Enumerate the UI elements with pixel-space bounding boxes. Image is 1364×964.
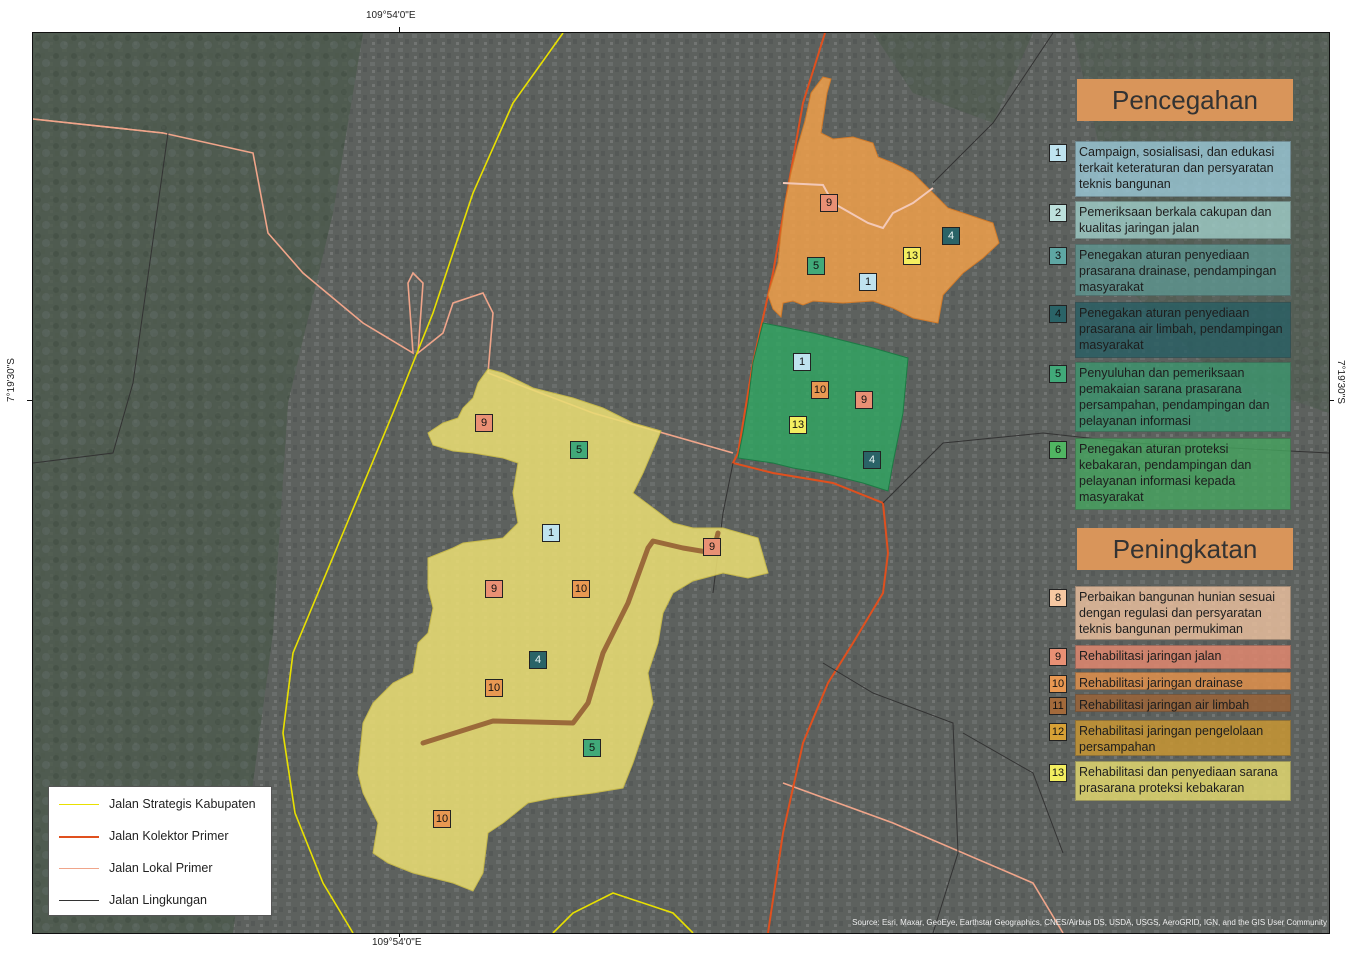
legend-number-badge: 13 (1049, 764, 1067, 782)
legend-description: Penegakan aturan penyediaan prasarana ai… (1075, 302, 1291, 358)
coordinate-label-right: 7°19'30"S (1335, 360, 1346, 404)
legend-description: Penegakan aturan penyediaan prasarana dr… (1075, 244, 1291, 296)
coordinate-label-left: 7°19'30"S (6, 358, 17, 402)
legend-item: 9 Rehabilitasi jaringan jalan (1047, 645, 1295, 669)
legend-description: Rehabilitasi jaringan jalan (1075, 645, 1291, 669)
legend-item: 12 Rehabilitasi jaringan pengelolaan pers… (1047, 720, 1295, 756)
legend-item: 8 Perbaikan bangunan hunian sesuai dengan… (1047, 586, 1295, 640)
legend-description: Rehabilitasi jaringan pengelolaan persam… (1075, 720, 1291, 756)
map-action-label[interactable]: 10 (485, 679, 503, 697)
road-legend-label: Jalan Kolektor Primer (109, 829, 229, 843)
legend-number-badge: 4 (1049, 305, 1067, 323)
coordinate-label-top: 109°54'0"E (366, 10, 416, 21)
map-action-label[interactable]: 1 (859, 273, 877, 291)
legend-item: 5 Penyuluhan dan pemeriksaan pemakaian sa… (1047, 362, 1295, 432)
map-action-label[interactable]: 10 (572, 580, 590, 598)
road-legend-label: Jalan Strategis Kabupaten (109, 797, 256, 811)
legend-description: Rehabilitasi jaringan drainase (1075, 672, 1291, 690)
legend-item: 1 Campaign, sosialisasi, dan edukasi terk… (1047, 141, 1295, 197)
legend-description: Pemeriksaan berkala cakupan dan kualitas… (1075, 201, 1291, 239)
legend-number-badge: 8 (1049, 589, 1067, 607)
road-legend-label: Jalan Lokal Primer (109, 861, 213, 875)
legend-description: Campaign, sosialisasi, dan edukasi terka… (1075, 141, 1291, 197)
legend-title-prevention: Pencegahan (1077, 79, 1293, 121)
legend-description: Perbaikan bangunan hunian sesuai dengan … (1075, 586, 1291, 640)
legend-item: 11 Rehabilitasi jaringan air limbah (1047, 694, 1295, 715)
road-legend-label: Jalan Lingkungan (109, 893, 207, 907)
legend-number-badge: 12 (1049, 723, 1067, 741)
legend-number-badge: 6 (1049, 441, 1067, 459)
map-action-label[interactable]: 4 (863, 451, 881, 469)
map-action-label[interactable]: 13 (789, 416, 807, 434)
map-action-label[interactable]: 5 (807, 257, 825, 275)
legend-item: 2 Pemeriksaan berkala cakupan dan kualita… (1047, 201, 1295, 239)
legend-number-badge: 9 (1049, 648, 1067, 666)
legend-item: 10 Rehabilitasi jaringan drainase (1047, 672, 1295, 693)
map-action-label[interactable]: 9 (855, 391, 873, 409)
road-legend-line (59, 836, 99, 838)
map-action-label[interactable]: 10 (811, 381, 829, 399)
map-action-label[interactable]: 5 (570, 441, 588, 459)
legend-description: Penegakan aturan proteksi kebakaran, pen… (1075, 438, 1291, 510)
legend-number-badge: 11 (1049, 697, 1067, 715)
map-action-label[interactable]: 9 (703, 538, 721, 556)
legend-number-badge: 10 (1049, 675, 1067, 693)
road-legend-row: Jalan Kolektor Primer (59, 827, 269, 845)
legend-number-badge: 5 (1049, 365, 1067, 383)
legend-description: Penyuluhan dan pemeriksaan pemakaian sar… (1075, 362, 1291, 432)
legend-item: 6 Penegakan aturan proteksi kebakaran, pe… (1047, 438, 1295, 510)
legend-number-badge: 2 (1049, 204, 1067, 222)
legend-item: 4 Penegakan aturan penyediaan prasarana a… (1047, 302, 1295, 358)
map-attribution: Source: Esri, Maxar, GeoEye, Earthstar G… (852, 918, 1327, 927)
legend-title-improvement: Peningkatan (1077, 528, 1293, 570)
road-legend-row: Jalan Strategis Kabupaten (59, 795, 269, 813)
map-action-label[interactable]: 9 (820, 194, 838, 212)
coordinate-label-bottom: 109°54'0"E (372, 937, 422, 948)
legend-number-badge: 3 (1049, 247, 1067, 265)
road-legend-line (59, 868, 99, 869)
map-action-label[interactable]: 13 (903, 247, 921, 265)
map-action-label[interactable]: 10 (433, 810, 451, 828)
legend-number-badge: 1 (1049, 144, 1067, 162)
map-action-label[interactable]: 4 (529, 651, 547, 669)
map-action-label[interactable]: 4 (942, 227, 960, 245)
road-legend-line (59, 900, 99, 901)
map-action-label[interactable]: 5 (583, 739, 601, 757)
legend-item: 13 Rehabilitasi dan penyediaan sarana pra… (1047, 761, 1295, 801)
road-legend: Jalan Strategis Kabupaten Jalan Kolektor… (48, 786, 272, 916)
map-action-label[interactable]: 9 (475, 414, 493, 432)
legend-description: Rehabilitasi jaringan air limbah (1075, 694, 1291, 712)
road-legend-row: Jalan Lingkungan (59, 891, 269, 909)
map-action-label[interactable]: 1 (542, 524, 560, 542)
map-action-label[interactable]: 1 (793, 353, 811, 371)
road-legend-line (59, 804, 99, 805)
legend-description: Rehabilitasi dan penyediaan sarana prasa… (1075, 761, 1291, 801)
map-action-label[interactable]: 9 (485, 580, 503, 598)
legend-item: 3 Penegakan aturan penyediaan prasarana d… (1047, 244, 1295, 296)
road-legend-row: Jalan Lokal Primer (59, 859, 269, 877)
